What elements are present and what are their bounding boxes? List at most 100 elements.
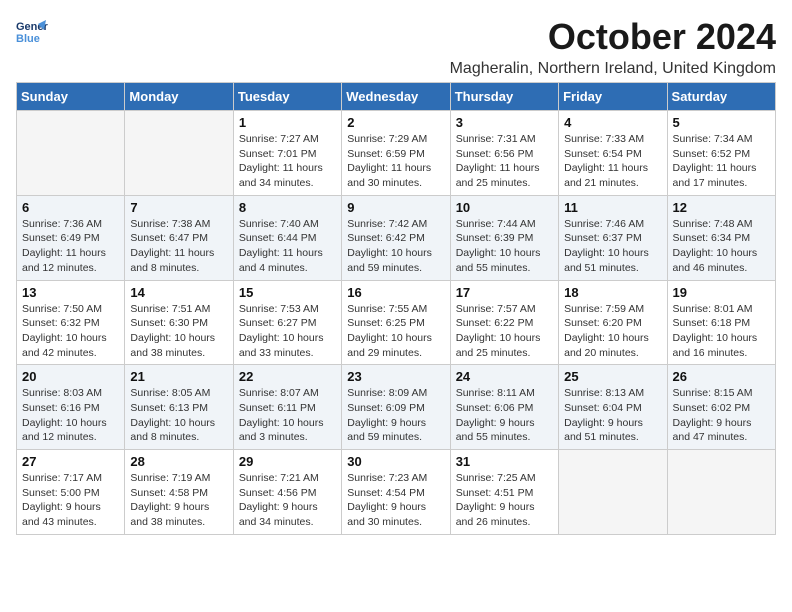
day-number: 27 — [22, 454, 119, 469]
day-number: 29 — [239, 454, 336, 469]
calendar-cell: 24Sunrise: 8:11 AM Sunset: 6:06 PM Dayli… — [450, 365, 558, 450]
day-number: 14 — [130, 285, 227, 300]
calendar-cell: 2 Sunrise: 7:29 AM Sunset: 6:59 PM Daylig… — [342, 111, 450, 196]
calendar-header-cell: Saturday — [667, 83, 775, 111]
calendar-cell: 29Sunrise: 7:21 AM Sunset: 4:56 PM Dayli… — [233, 450, 341, 535]
day-info: Sunrise: 7:19 AM Sunset: 4:58 PM Dayligh… — [130, 471, 227, 530]
calendar-cell: 10Sunrise: 7:44 AM Sunset: 6:39 PM Dayli… — [450, 195, 558, 280]
day-number: 3 — [456, 115, 553, 130]
calendar-week-row: 20 Sunrise: 8:03 AM Sunset: 6:16 PM Dayli… — [17, 365, 776, 450]
day-info: Sunrise: 7:36 AM Sunset: 6:49 PM Dayligh… — [22, 217, 119, 276]
day-number: 28 — [130, 454, 227, 469]
calendar-cell: 3 Sunrise: 7:31 AM Sunset: 6:56 PM Daylig… — [450, 111, 558, 196]
calendar-cell: 23 Sunrise: 8:09 AM Sunset: 6:09 PM Dayli… — [342, 365, 450, 450]
calendar-cell: 5 Sunrise: 7:34 AM Sunset: 6:52 PM Daylig… — [667, 111, 775, 196]
day-info: Sunrise: 7:53 AM Sunset: 6:27 PM Dayligh… — [239, 302, 336, 361]
calendar-cell: 12 Sunrise: 7:48 AM Sunset: 6:34 PM Dayli… — [667, 195, 775, 280]
day-number: 21 — [130, 369, 227, 384]
calendar-cell: 25Sunrise: 8:13 AM Sunset: 6:04 PM Dayli… — [559, 365, 667, 450]
day-number: 30 — [347, 454, 444, 469]
day-number: 26 — [673, 369, 770, 384]
day-info: Sunrise: 7:23 AM Sunset: 4:54 PM Dayligh… — [347, 471, 444, 530]
day-number: 20 — [22, 369, 119, 384]
day-info: Sunrise: 8:09 AM Sunset: 6:09 PM Dayligh… — [347, 386, 444, 445]
day-info: Sunrise: 8:07 AM Sunset: 6:11 PM Dayligh… — [239, 386, 336, 445]
calendar-header-cell: Thursday — [450, 83, 558, 111]
day-info: Sunrise: 7:31 AM Sunset: 6:56 PM Dayligh… — [456, 132, 553, 191]
day-number: 15 — [239, 285, 336, 300]
day-info: Sunrise: 7:59 AM Sunset: 6:20 PM Dayligh… — [564, 302, 661, 361]
day-number: 24 — [456, 369, 553, 384]
day-info: Sunrise: 7:34 AM Sunset: 6:52 PM Dayligh… — [673, 132, 770, 191]
day-info: Sunrise: 7:50 AM Sunset: 6:32 PM Dayligh… — [22, 302, 119, 361]
calendar-body: 1 Sunrise: 7:27 AM Sunset: 7:01 PM Daylig… — [17, 111, 776, 535]
day-number: 17 — [456, 285, 553, 300]
day-info: Sunrise: 7:29 AM Sunset: 6:59 PM Dayligh… — [347, 132, 444, 191]
day-info: Sunrise: 7:48 AM Sunset: 6:34 PM Dayligh… — [673, 217, 770, 276]
day-info: Sunrise: 7:55 AM Sunset: 6:25 PM Dayligh… — [347, 302, 444, 361]
day-number: 19 — [673, 285, 770, 300]
day-info: Sunrise: 7:40 AM Sunset: 6:44 PM Dayligh… — [239, 217, 336, 276]
logo: General Blue — [16, 16, 48, 48]
calendar-cell — [559, 450, 667, 535]
calendar-week-row: 1 Sunrise: 7:27 AM Sunset: 7:01 PM Daylig… — [17, 111, 776, 196]
calendar-cell: 31 Sunrise: 7:25 AM Sunset: 4:51 PM Dayli… — [450, 450, 558, 535]
day-number: 22 — [239, 369, 336, 384]
calendar-cell: 13 Sunrise: 7:50 AM Sunset: 6:32 PM Dayli… — [17, 280, 125, 365]
logo-icon: General Blue — [16, 16, 48, 48]
calendar-cell — [125, 111, 233, 196]
location-title: Magheralin, Northern Ireland, United Kin… — [450, 60, 776, 78]
calendar-cell: 6 Sunrise: 7:36 AM Sunset: 6:49 PM Daylig… — [17, 195, 125, 280]
calendar-header-cell: Sunday — [17, 83, 125, 111]
day-number: 9 — [347, 200, 444, 215]
calendar-cell: 26 Sunrise: 8:15 AM Sunset: 6:02 PM Dayli… — [667, 365, 775, 450]
day-number: 6 — [22, 200, 119, 215]
calendar-cell: 21Sunrise: 8:05 AM Sunset: 6:13 PM Dayli… — [125, 365, 233, 450]
day-number: 1 — [239, 115, 336, 130]
day-info: Sunrise: 7:27 AM Sunset: 7:01 PM Dayligh… — [239, 132, 336, 191]
day-info: Sunrise: 8:13 AM Sunset: 6:04 PM Dayligh… — [564, 386, 661, 445]
day-info: Sunrise: 7:44 AM Sunset: 6:39 PM Dayligh… — [456, 217, 553, 276]
svg-text:Blue: Blue — [16, 33, 40, 45]
day-number: 16 — [347, 285, 444, 300]
calendar-header-cell: Wednesday — [342, 83, 450, 111]
calendar-header-row: SundayMondayTuesdayWednesdayThursdayFrid… — [17, 83, 776, 111]
calendar-cell: 20 Sunrise: 8:03 AM Sunset: 6:16 PM Dayli… — [17, 365, 125, 450]
calendar-cell: 14 Sunrise: 7:51 AM Sunset: 6:30 PM Dayli… — [125, 280, 233, 365]
day-number: 18 — [564, 285, 661, 300]
day-info: Sunrise: 7:17 AM Sunset: 5:00 PM Dayligh… — [22, 471, 119, 530]
day-info: Sunrise: 8:03 AM Sunset: 6:16 PM Dayligh… — [22, 386, 119, 445]
calendar-header-cell: Tuesday — [233, 83, 341, 111]
day-number: 13 — [22, 285, 119, 300]
calendar-cell: 19 Sunrise: 8:01 AM Sunset: 6:18 PM Dayli… — [667, 280, 775, 365]
day-number: 5 — [673, 115, 770, 130]
day-info: Sunrise: 7:57 AM Sunset: 6:22 PM Dayligh… — [456, 302, 553, 361]
calendar-header-cell: Friday — [559, 83, 667, 111]
day-info: Sunrise: 8:01 AM Sunset: 6:18 PM Dayligh… — [673, 302, 770, 361]
day-number: 31 — [456, 454, 553, 469]
day-info: Sunrise: 7:42 AM Sunset: 6:42 PM Dayligh… — [347, 217, 444, 276]
day-info: Sunrise: 7:51 AM Sunset: 6:30 PM Dayligh… — [130, 302, 227, 361]
calendar-cell: 4Sunrise: 7:33 AM Sunset: 6:54 PM Daylig… — [559, 111, 667, 196]
calendar-cell: 18 Sunrise: 7:59 AM Sunset: 6:20 PM Dayli… — [559, 280, 667, 365]
day-info: Sunrise: 7:38 AM Sunset: 6:47 PM Dayligh… — [130, 217, 227, 276]
day-number: 2 — [347, 115, 444, 130]
calendar-cell — [667, 450, 775, 535]
day-info: Sunrise: 8:15 AM Sunset: 6:02 PM Dayligh… — [673, 386, 770, 445]
month-title: October 2024 — [450, 16, 776, 58]
day-info: Sunrise: 7:25 AM Sunset: 4:51 PM Dayligh… — [456, 471, 553, 530]
day-number: 7 — [130, 200, 227, 215]
day-number: 8 — [239, 200, 336, 215]
day-number: 12 — [673, 200, 770, 215]
day-info: Sunrise: 7:33 AM Sunset: 6:54 PM Dayligh… — [564, 132, 661, 191]
calendar-cell: 1 Sunrise: 7:27 AM Sunset: 7:01 PM Daylig… — [233, 111, 341, 196]
calendar-cell: 15 Sunrise: 7:53 AM Sunset: 6:27 PM Dayli… — [233, 280, 341, 365]
calendar-cell: 28 Sunrise: 7:19 AM Sunset: 4:58 PM Dayli… — [125, 450, 233, 535]
day-number: 23 — [347, 369, 444, 384]
calendar-header-cell: Monday — [125, 83, 233, 111]
calendar-cell: 30 Sunrise: 7:23 AM Sunset: 4:54 PM Dayli… — [342, 450, 450, 535]
calendar-cell: 11Sunrise: 7:46 AM Sunset: 6:37 PM Dayli… — [559, 195, 667, 280]
calendar-week-row: 13 Sunrise: 7:50 AM Sunset: 6:32 PM Dayli… — [17, 280, 776, 365]
calendar-cell: 16 Sunrise: 7:55 AM Sunset: 6:25 PM Dayli… — [342, 280, 450, 365]
calendar-cell: 17 Sunrise: 7:57 AM Sunset: 6:22 PM Dayli… — [450, 280, 558, 365]
